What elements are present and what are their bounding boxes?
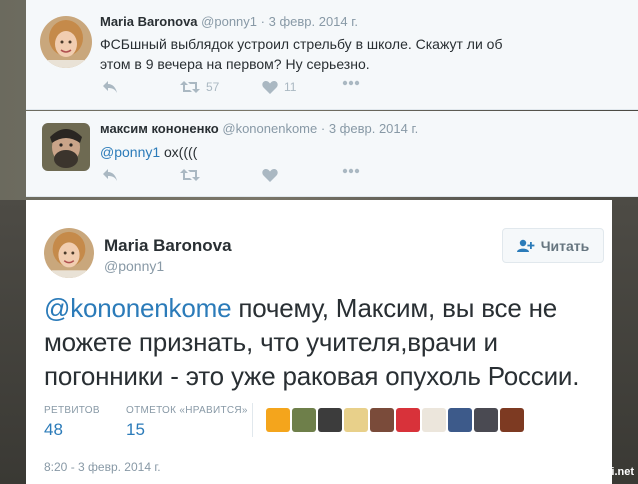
like-count: 11 bbox=[284, 80, 297, 94]
follow-label: Читать bbox=[540, 237, 590, 254]
watermark: Fishki.net bbox=[582, 466, 634, 478]
likes-label: ОТМЕТОК «НРАВИТСЯ» bbox=[126, 405, 248, 416]
mention-link[interactable]: @kononenkome bbox=[44, 293, 232, 323]
more-dots-icon bbox=[342, 168, 360, 174]
liker-avatar[interactable] bbox=[474, 408, 498, 432]
likes-stat[interactable]: ОТМЕТОК «НРАВИТСЯ» 15 bbox=[126, 405, 248, 440]
reply-icon bbox=[103, 169, 117, 181]
author-handle[interactable]: @ponny1 bbox=[104, 258, 164, 274]
likes-count: 15 bbox=[126, 420, 145, 439]
tweet-timestamp[interactable]: 8:20 - 3 февр. 2014 г. bbox=[44, 460, 161, 474]
liker-avatar[interactable] bbox=[266, 408, 290, 432]
mention-link[interactable]: @ponny1 bbox=[100, 144, 160, 160]
reply-button[interactable] bbox=[102, 168, 118, 182]
more-button[interactable] bbox=[342, 168, 360, 174]
tweet-header: Maria Baronova @ponny1 · 3 февр. 2014 г. bbox=[100, 14, 358, 29]
main-tweet: Maria Baronova @ponny1 Читать @kononenko… bbox=[26, 200, 612, 484]
retweets-count: 48 bbox=[44, 420, 63, 439]
avatar[interactable] bbox=[44, 228, 94, 278]
retweet-icon bbox=[180, 169, 200, 181]
avatar[interactable] bbox=[40, 16, 92, 68]
tweet-date[interactable]: · 3 февр. 2014 г. bbox=[261, 14, 358, 29]
avatar[interactable] bbox=[42, 123, 90, 171]
author-name[interactable]: Maria Baronova bbox=[100, 14, 198, 29]
reply-button[interactable] bbox=[102, 80, 118, 94]
retweet-count: 57 bbox=[206, 80, 220, 94]
retweet-icon bbox=[180, 81, 200, 93]
likers-avatars bbox=[266, 408, 524, 432]
tweet-body: ох(((( bbox=[160, 144, 198, 160]
reply-icon bbox=[103, 81, 117, 93]
author-handle[interactable]: @kononenkome bbox=[222, 121, 317, 136]
liker-avatar[interactable] bbox=[292, 408, 316, 432]
liker-avatar[interactable] bbox=[422, 408, 446, 432]
author-name[interactable]: Maria Baronova bbox=[104, 236, 232, 256]
tweet-text: @kononenkome почему, Максим, вы все не м… bbox=[44, 291, 604, 393]
author-handle[interactable]: @ponny1 bbox=[201, 14, 257, 29]
liker-avatar[interactable] bbox=[318, 408, 342, 432]
tweet-date[interactable]: · 3 февр. 2014 г. bbox=[321, 121, 418, 136]
heart-icon bbox=[262, 80, 278, 94]
retweet-button[interactable]: 57 bbox=[180, 80, 219, 94]
like-button[interactable] bbox=[262, 168, 278, 182]
liker-avatar[interactable] bbox=[370, 408, 394, 432]
heart-icon bbox=[262, 168, 278, 182]
add-user-icon bbox=[516, 239, 535, 252]
retweets-label: РЕТВИТОВ bbox=[44, 405, 100, 416]
author-name[interactable]: максим кононенко bbox=[100, 121, 219, 136]
liker-avatar[interactable] bbox=[500, 408, 524, 432]
follow-button[interactable]: Читать bbox=[502, 228, 604, 263]
tweet-text: ФСБшный выблядок устроил стрельбу в школ… bbox=[100, 36, 503, 72]
more-button[interactable] bbox=[342, 80, 360, 86]
reply-tweet-1[interactable]: Maria Baronova @ponny1 · 3 февр. 2014 г.… bbox=[26, 0, 638, 110]
liker-avatar[interactable] bbox=[344, 408, 368, 432]
retweet-button[interactable] bbox=[180, 168, 200, 182]
reply-tweet-2[interactable]: максим кононенко @kononenkome · 3 февр. … bbox=[26, 111, 638, 197]
liker-avatar[interactable] bbox=[396, 408, 420, 432]
like-button[interactable]: 11 bbox=[262, 80, 296, 94]
tweet-header: максим кононенко @kononenkome · 3 февр. … bbox=[100, 121, 418, 136]
stats-divider bbox=[252, 403, 253, 437]
retweets-stat[interactable]: РЕТВИТОВ 48 bbox=[44, 405, 100, 440]
more-dots-icon bbox=[342, 80, 360, 86]
liker-avatar[interactable] bbox=[448, 408, 472, 432]
tweet-text: @ponny1 ох(((( bbox=[100, 142, 197, 162]
